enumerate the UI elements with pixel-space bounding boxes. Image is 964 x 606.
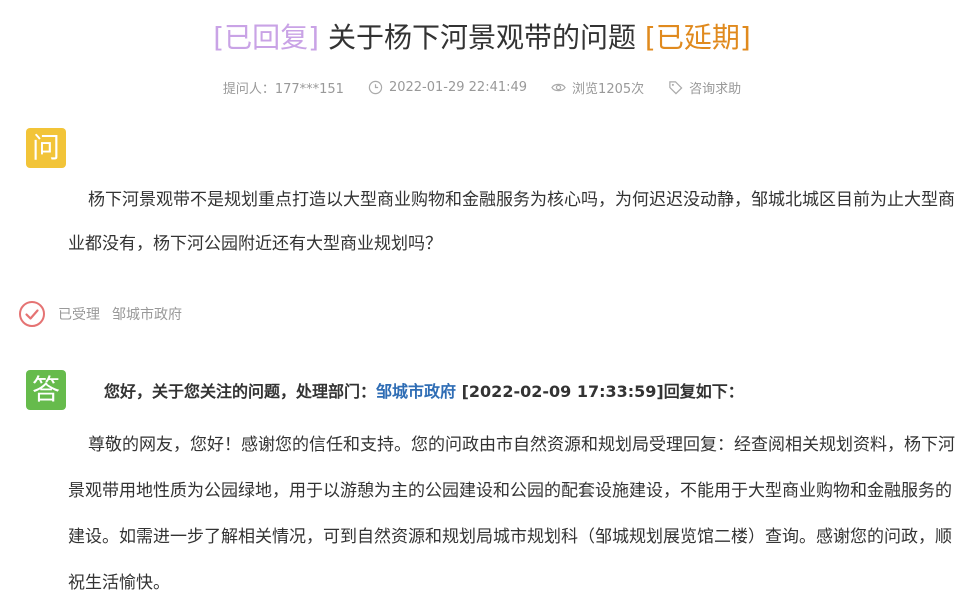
eye-icon [551,83,566,92]
extended-status-tag: [已延期] [644,21,751,54]
status-department: 邹城市政府 [112,307,182,323]
clock-icon [368,80,383,95]
category-info: 咨询求助 [668,78,741,97]
status-label: 已受理 [58,307,100,323]
question-content: 杨下河景观带不是规划重点打造以大型商业购物和金融服务为核心吗，为何迟迟没动静，邹… [68,178,958,266]
tag-icon [669,81,683,95]
question-meta: 提问人：177***151 2022-01-29 22:41:49 浏览1205… [0,78,964,97]
answer-header-suffix: [2022-02-09 17:33:59]回复如下： [456,382,744,401]
department-link[interactable]: 邹城市政府 [376,382,456,401]
answer-header-prefix: 您好，关于您关注的问题，处理部门： [104,382,377,401]
category-text: 咨询求助 [689,82,742,97]
check-circle-icon [19,301,45,327]
datetime-info: 2022-01-29 22:41:49 [368,80,527,95]
question-title: 关于杨下河景观带的问题 [327,21,636,54]
views-info: 浏览1205次 [551,78,644,97]
asker-info: 提问人：177***151 [223,78,344,97]
views-text: 浏览1205次 [572,82,645,97]
answer-content: 尊敬的网友，您好！感谢您的信任和支持。您的问政由市自然资源和规划局受理回复：经查… [68,422,958,606]
asker-text: 提问人：177***151 [222,82,344,97]
handling-status: 已受理 邹城市政府 [18,300,182,328]
datetime-text: 2022-01-29 22:41:49 [388,80,528,95]
question-text: 杨下河景观带不是规划重点打造以大型商业购物和金融服务为核心吗，为何迟迟没动静，邹… [68,190,955,254]
replied-status-tag: [已回复] [213,21,320,54]
answer-badge: 答 [26,370,66,410]
page-title: [已回复] 关于杨下河景观带的问题 [已延期] [0,18,964,58]
answer-text: 尊敬的网友，您好！感谢您的信任和支持。您的问政由市自然资源和规划局受理回复：经查… [68,435,955,593]
question-badge: 问 [26,128,66,168]
answer-header: 您好，关于您关注的问题，处理部门：邹城市政府 [2022-02-09 17:33… [104,378,744,406]
